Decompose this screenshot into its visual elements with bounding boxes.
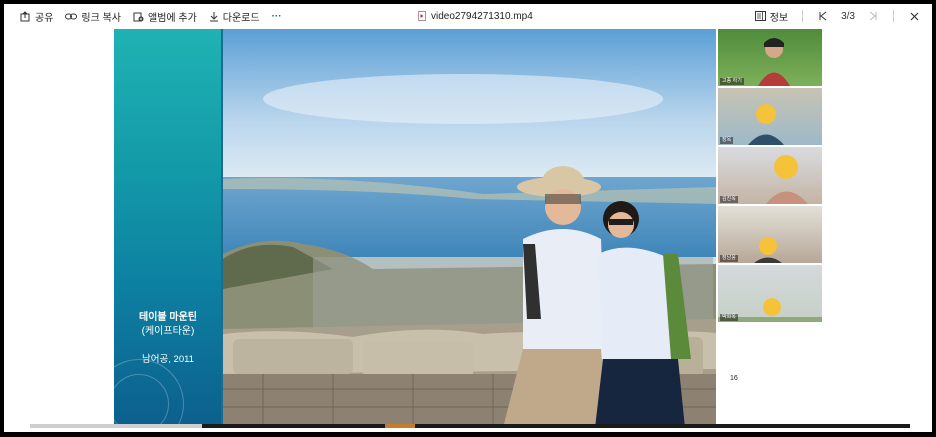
file-title: video2794271310.mp4 xyxy=(418,5,533,27)
previous-button[interactable] xyxy=(811,5,835,27)
participant-video xyxy=(748,104,784,145)
close-button[interactable] xyxy=(902,5,926,27)
album-add-icon xyxy=(133,12,144,21)
media-viewer-window: 공유 링크 복사 앨범에 추가 다운로드 ··· video2794271310… xyxy=(4,4,932,432)
more-options-button[interactable]: ··· xyxy=(266,5,288,27)
skip-previous-icon xyxy=(819,11,827,21)
participant-tile: 고종 하기 xyxy=(718,29,822,86)
link-icon xyxy=(65,13,78,19)
participant-name: 장옥 xyxy=(720,137,734,144)
next-button[interactable] xyxy=(861,5,885,27)
video-frame[interactable]: 테이블 마운틴 (케이프타운) 남어공, 2011 고종 하기 장옥 김진옥 장… xyxy=(4,28,932,432)
download-button[interactable]: 다운로드 xyxy=(203,5,266,27)
share-button[interactable]: 공유 xyxy=(14,5,59,27)
file-name: video2794271310.mp4 xyxy=(431,10,533,22)
close-icon xyxy=(910,12,918,20)
info-label: 정보 xyxy=(769,12,789,24)
info-button[interactable]: 정보 xyxy=(749,5,794,27)
participant-name: 고종 하기 xyxy=(720,78,744,85)
more-options-label: ··· xyxy=(271,10,282,22)
participant-tile: 장남웅 xyxy=(718,206,822,263)
download-label: 다운로드 xyxy=(222,12,260,24)
participant-tile: 박희옥 xyxy=(718,265,822,322)
slide-title-line2: (케이프타운) xyxy=(141,326,195,337)
participant-name: 박희옥 xyxy=(720,314,738,321)
share-label: 공유 xyxy=(35,12,54,24)
toolbar-right: 정보 3/3 xyxy=(749,5,926,27)
slide-title: 테이블 마운틴 (케이프타운) xyxy=(122,311,214,339)
participant-name: 김진옥 xyxy=(720,196,738,203)
slide-number: 16 xyxy=(730,375,738,382)
slide-photo xyxy=(223,29,716,428)
presentation-slide: 테이블 마운틴 (케이프타운) 남어공, 2011 고종 하기 장옥 김진옥 장… xyxy=(114,29,823,428)
skip-next-icon xyxy=(869,11,877,21)
page-counter: 3/3 xyxy=(841,10,855,22)
toolbar-divider xyxy=(802,10,804,22)
participant-name: 장남웅 xyxy=(720,255,738,262)
slide-caption: 남어공, 2011 xyxy=(142,354,194,365)
progress-segment xyxy=(30,424,202,428)
slide-title-line1: 테이블 마운틴 xyxy=(139,312,197,323)
slide-side-panel: 테이블 마운틴 (케이프타운) 남어공, 2011 xyxy=(114,29,221,428)
progress-marker xyxy=(385,424,415,428)
info-panel-icon xyxy=(754,11,766,21)
add-to-album-button[interactable]: 앨범에 추가 xyxy=(127,5,203,27)
participant-tile: 장옥 xyxy=(718,88,822,145)
video-progress-bar[interactable] xyxy=(30,424,910,428)
toolbar-divider xyxy=(893,10,894,22)
landscape-photo xyxy=(223,29,716,428)
toolbar-actions: 공유 링크 복사 앨범에 추가 다운로드 ··· xyxy=(14,5,288,27)
add-to-album-label: 앨범에 추가 xyxy=(148,12,197,24)
video-file-icon xyxy=(418,11,426,21)
share-icon xyxy=(20,10,30,21)
copy-link-button[interactable]: 링크 복사 xyxy=(59,5,127,27)
download-icon xyxy=(209,11,218,21)
participant-tile: 김진옥 xyxy=(718,147,822,204)
viewer-toolbar: 공유 링크 복사 앨범에 추가 다운로드 ··· video2794271310… xyxy=(4,4,932,28)
participant-gallery: 고종 하기 장옥 김진옥 장남웅 박희옥 xyxy=(716,29,823,428)
copy-link-label: 링크 복사 xyxy=(81,12,121,24)
